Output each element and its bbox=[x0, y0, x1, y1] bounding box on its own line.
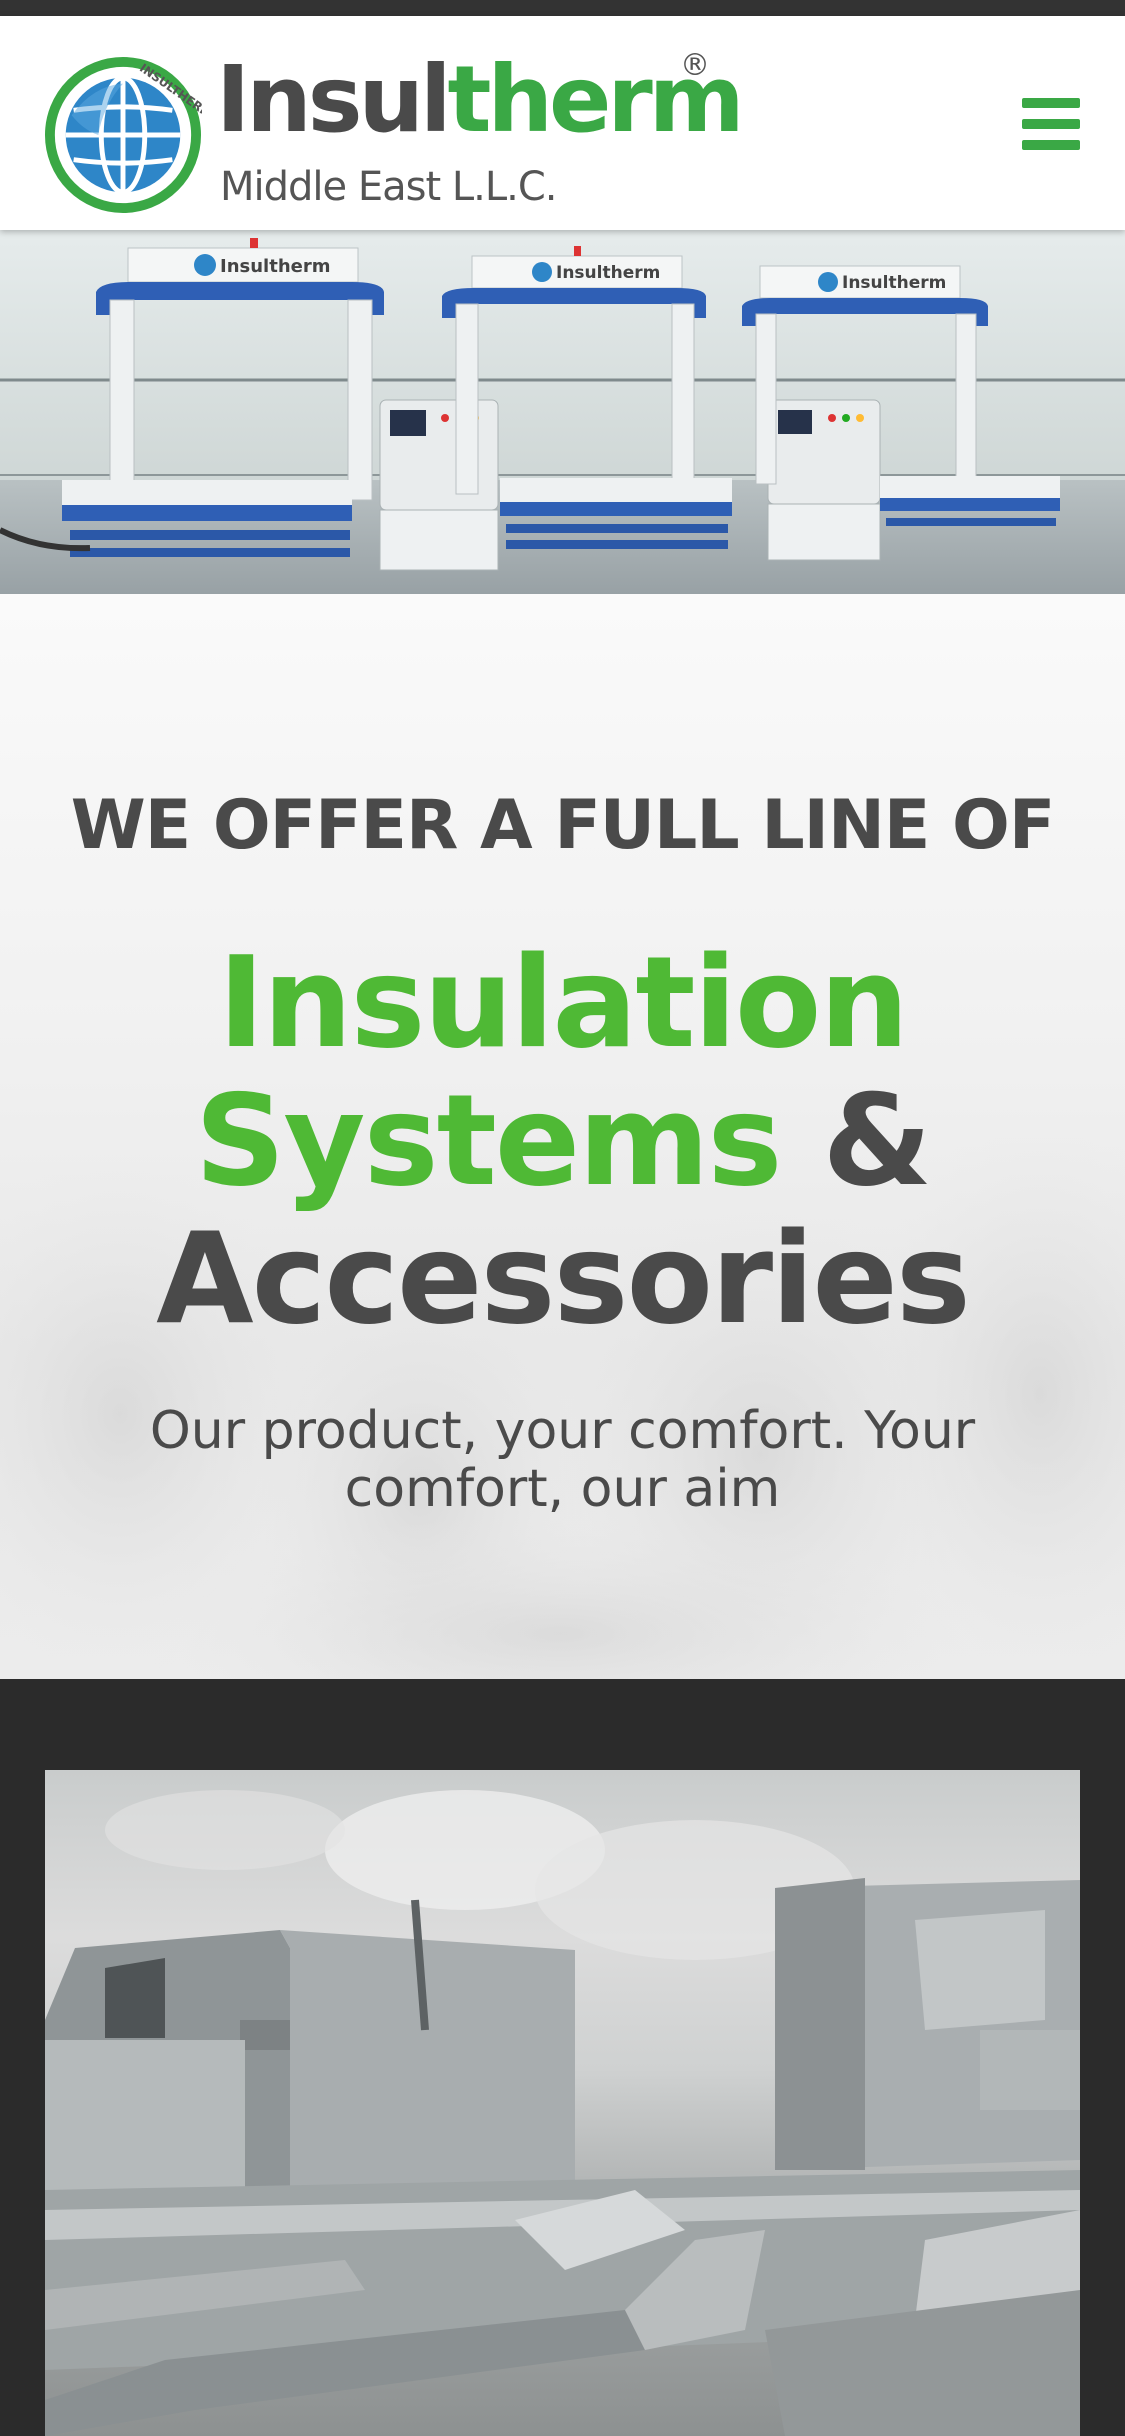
machine-brand-label: Insultherm bbox=[556, 263, 660, 283]
headline-systems: Systems bbox=[194, 1067, 783, 1214]
headline-insulation: Insulation bbox=[217, 929, 909, 1076]
control-cabinet-2 bbox=[767, 399, 881, 561]
menu-bar bbox=[1022, 140, 1080, 150]
brand-name: Insultherm bbox=[216, 54, 745, 146]
brand-name-part1: Insul bbox=[216, 46, 452, 153]
status-bar-strip bbox=[0, 0, 1125, 16]
machine-brand-label: Insultherm bbox=[842, 273, 946, 293]
control-cabinet-1 bbox=[379, 399, 499, 571]
gallery-section bbox=[0, 1679, 1125, 2436]
rooftop-hvac-illustration bbox=[45, 1790, 1080, 2436]
globe-logo-icon: INSULTHERM bbox=[44, 56, 202, 214]
brand-tagline: Middle East L.L.C. bbox=[220, 164, 558, 210]
headline-ampersand: & bbox=[780, 1067, 932, 1214]
cnc-machines-illustration: Insultherm Insultherm Insultherm bbox=[0, 230, 1125, 594]
hero-banner-image: Insultherm Insultherm Insultherm bbox=[0, 230, 1125, 594]
headline-accessories: Accessories bbox=[156, 1205, 971, 1352]
hamburger-menu-icon[interactable] bbox=[1016, 98, 1086, 162]
offer-headline: Insulation Systems & Accessories bbox=[0, 934, 1125, 1348]
menu-bar bbox=[1022, 98, 1080, 108]
menu-bar bbox=[1022, 119, 1080, 129]
machine-brand-label: Insultherm bbox=[220, 256, 330, 277]
offer-kicker-heading: WE OFFER A FULL LINE OF bbox=[70, 786, 1056, 865]
offer-section: WE OFFER A FULL LINE OF Insulation Syste… bbox=[0, 594, 1125, 1679]
insultherm-logo[interactable]: INSULTHERM Insultherm ® Middle East L.L.… bbox=[44, 42, 745, 214]
site-header: INSULTHERM Insultherm ® Middle East L.L.… bbox=[0, 16, 1125, 230]
rooftop-ducts-photo bbox=[45, 1770, 1080, 2436]
offer-subline: Our product, your comfort. Your comfort,… bbox=[149, 1401, 976, 1519]
registered-mark: ® bbox=[680, 48, 710, 83]
